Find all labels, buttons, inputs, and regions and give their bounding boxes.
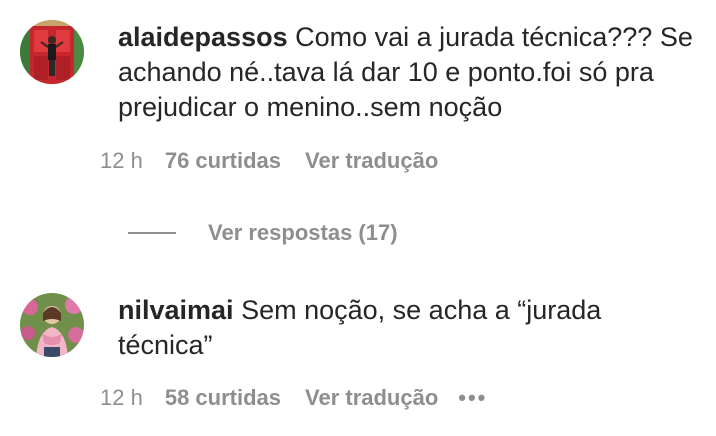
likes-count[interactable]: 76 curtidas	[165, 148, 281, 174]
avatar[interactable]	[20, 293, 84, 357]
comment-body: alaidepassos Como vai a jurada técnica??…	[118, 20, 698, 125]
timestamp: 12 h	[100, 385, 143, 410]
comment-meta: 12 h 76 curtidas Ver tradução	[100, 148, 438, 174]
comment-body: nilvaimai Sem noção, se acha a “jurada t…	[118, 293, 698, 363]
view-replies-button[interactable]: Ver respostas (17)	[128, 218, 398, 248]
username[interactable]: nilvaimai	[118, 295, 234, 325]
see-translation-button[interactable]: Ver tradução	[305, 148, 438, 174]
timestamp: 12 h	[100, 148, 143, 173]
more-options-icon[interactable]: •••	[458, 385, 487, 411]
see-translation-button[interactable]: Ver tradução	[305, 385, 438, 411]
likes-count[interactable]: 58 curtidas	[165, 385, 281, 411]
profile-photo-icon	[20, 293, 84, 357]
profile-photo-icon	[20, 20, 84, 84]
username[interactable]: alaidepassos	[118, 22, 288, 52]
comment-meta: 12 h 58 curtidas Ver tradução •••	[100, 385, 487, 411]
avatar[interactable]	[20, 20, 84, 84]
replies-divider	[128, 232, 176, 234]
view-replies-label: Ver respostas (17)	[208, 220, 398, 245]
